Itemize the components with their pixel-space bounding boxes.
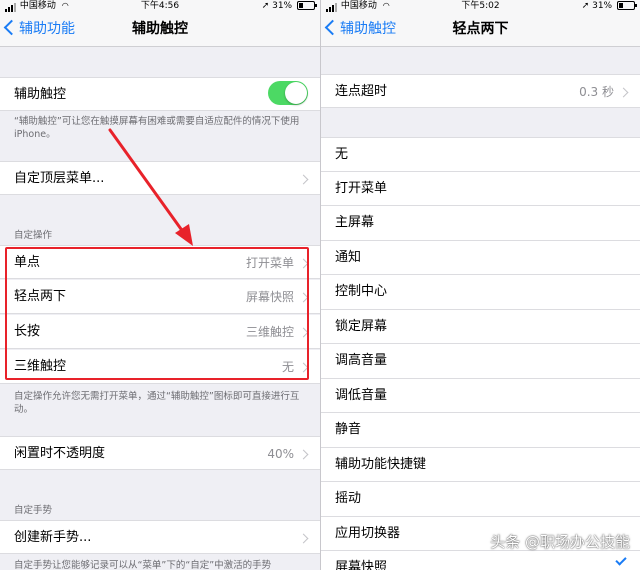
option-item[interactable]: 打开菜单	[321, 171, 640, 206]
battery-percent: 31%	[272, 1, 293, 11]
option-item[interactable]: 调低音量	[321, 378, 640, 413]
option-item[interactable]: 摇动	[321, 482, 640, 517]
chevron-right-icon	[298, 533, 309, 544]
tap-timeout-row[interactable]: 连点超时 0.3 秒	[321, 74, 640, 108]
option-item[interactable]: 主屏幕	[321, 206, 640, 241]
status-bar: 中国移动 ◠ 下午5:02 ➚ 31%	[321, 0, 640, 12]
create-gesture-row[interactable]: 创建新手势...	[0, 520, 320, 554]
option-item[interactable]: 调高音量	[321, 344, 640, 379]
option-item[interactable]: 控制中心	[321, 275, 640, 310]
assistive-touch-note: “辅助触控”可让您在触摸屏幕有困难或需要自适应配件的情况下使用 iPhone。	[14, 116, 300, 140]
highlight-box	[5, 247, 309, 380]
option-item[interactable]: 辅助功能快捷键	[321, 447, 640, 482]
watermark: 头条 @职场办公技能	[490, 533, 630, 551]
battery-icon	[617, 1, 637, 10]
option-item[interactable]: 静音	[321, 413, 640, 448]
nav-bar: 辅助触控 轻点两下	[321, 12, 640, 47]
assistive-touch-row: 辅助触控	[0, 77, 320, 111]
page-title: 轻点两下	[452, 21, 509, 37]
custom-actions-header: 自定操作	[14, 230, 53, 241]
right-screen: 中国移动 ◠ 下午5:02 ➚ 31% 辅助触控 轻点两下 连点超时 0.3 秒…	[321, 0, 640, 570]
left-screen: 中国移动 ◠ 下午4:56 ➚ 31% 辅助功能 辅助触控 辅助触控 “辅助触控…	[0, 0, 320, 570]
idle-opacity-row[interactable]: 闲置时不透明度 40%	[0, 436, 320, 470]
status-bar: 中国移动 ◠ 下午4:56 ➚ 31%	[0, 0, 320, 12]
option-item[interactable]: 屏幕快照	[321, 551, 640, 570]
battery-icon	[297, 1, 317, 10]
location-icon: ➚	[581, 1, 590, 11]
custom-gestures-header: 自定手势	[14, 505, 53, 516]
custom-gestures-note: 自定手势让您能够记录可以从“菜单”下的“自定”中激活的手势	[14, 560, 272, 570]
chevron-right-icon	[298, 449, 309, 460]
custom-actions-note: 自定操作允许您无需打开菜单，通过“辅助触控”图标即可直接进行互动。	[14, 391, 300, 415]
option-item[interactable]: 通知	[321, 240, 640, 275]
option-item[interactable]: 锁定屏幕	[321, 309, 640, 344]
customize-top-menu-row[interactable]: 自定顶层菜单...	[0, 161, 320, 195]
option-item[interactable]: 无	[321, 137, 640, 172]
nav-bar: 辅助功能 辅助触控	[0, 12, 320, 47]
location-icon: ➚	[261, 1, 270, 11]
chevron-right-icon	[618, 87, 629, 98]
battery-percent: 31%	[592, 1, 613, 11]
assistive-touch-toggle[interactable]	[268, 81, 308, 105]
checkmark-icon	[615, 554, 627, 566]
page-title: 辅助触控	[132, 21, 188, 37]
chevron-right-icon	[298, 174, 309, 185]
